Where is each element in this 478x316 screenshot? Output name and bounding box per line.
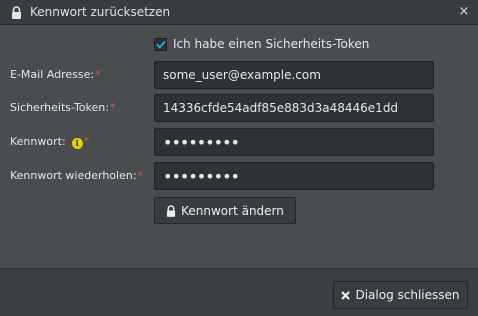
dialog-footer: Dialog schliessen — [0, 268, 478, 316]
required-marker: * — [83, 135, 90, 148]
password-repeat-field[interactable] — [154, 162, 434, 190]
has-token-option[interactable]: Ich habe einen Sicherheits-Token — [154, 35, 369, 53]
dialog-title: Kennwort zurücksetzen — [30, 5, 171, 19]
close-dialog-label: Dialog schliessen — [355, 288, 460, 302]
dialog-titlebar: Kennwort zurücksetzen × — [0, 0, 478, 25]
security-token-field[interactable] — [154, 94, 434, 122]
required-marker: * — [109, 101, 116, 114]
lock-icon — [166, 204, 176, 217]
reset-password-dialog: Kennwort zurücksetzen × Ich habe einen S… — [0, 0, 478, 316]
info-icon[interactable]: i — [71, 138, 83, 149]
has-token-label: Ich habe einen Sicherheits-Token — [173, 37, 370, 51]
password-repeat-row: Kennwort wiederholen:* — [0, 162, 478, 190]
password-row: Kennwort: i * — [0, 128, 478, 156]
email-row: E-Mail Adresse:* — [0, 61, 478, 89]
token-row: Sicherheits-Token:* — [0, 94, 478, 122]
email-field[interactable] — [154, 61, 434, 89]
password-repeat-label: Kennwort wiederholen:* — [10, 169, 144, 182]
change-password-button[interactable]: Kennwort ändern — [154, 197, 296, 224]
lock-icon — [8, 4, 24, 20]
close-icon — [341, 290, 351, 300]
close-icon[interactable]: × — [457, 4, 471, 20]
close-dialog-button[interactable]: Dialog schliessen — [333, 281, 468, 309]
required-marker: * — [137, 169, 144, 182]
password-label: Kennwort: i * — [10, 135, 90, 149]
email-label: E-Mail Adresse:* — [10, 68, 101, 81]
has-token-checkbox[interactable] — [154, 37, 167, 51]
password-field[interactable] — [154, 128, 434, 156]
change-password-label: Kennwort ändern — [181, 203, 284, 218]
checkmark-icon — [155, 40, 166, 49]
token-label: Sicherheits-Token:* — [10, 101, 116, 114]
required-marker: * — [95, 68, 101, 81]
